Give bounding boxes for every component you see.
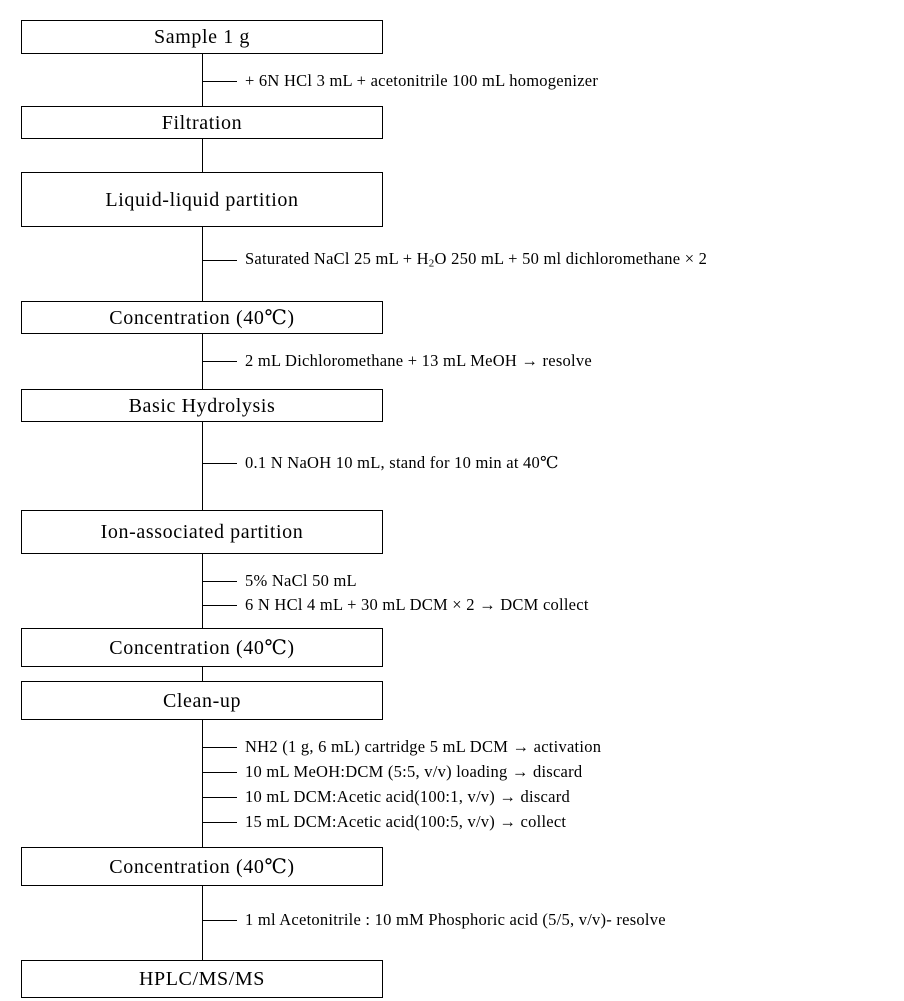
flow-node-label: Filtration [161, 111, 243, 134]
annotation-text: 15 mL DCM:Acetic acid(100:5, v/v) → coll… [245, 811, 567, 831]
connector-filtration-to-ll-partition [202, 139, 203, 172]
annotation-tick-icon [203, 771, 237, 773]
flowchart-diagram: Sample 1 g + 6N HCl 3 mL + acetonitrile … [0, 0, 904, 1001]
annotation-row-4: 0.1 N NaOH 10 mL, stand for 10 min at 40… [203, 452, 559, 474]
annotation-row-3: 2 mL Dichloromethane + 13 mL MeOH → reso… [203, 350, 592, 372]
connector-concentration2-to-cleanup [202, 667, 203, 681]
annotation-row-7: NH2 (1 g, 6 mL) cartridge 5 mL DCM → act… [203, 736, 601, 758]
annotation-text: 0.1 N NaOH 10 mL, stand for 10 min at 40… [245, 452, 559, 472]
annotation-text: 10 mL DCM:Acetic acid(100:1, v/v) → disc… [245, 786, 570, 806]
flow-node-sample: Sample 1 g [21, 20, 383, 54]
flow-node-label: Basic Hydrolysis [128, 394, 276, 417]
annotation-tick-icon [203, 604, 237, 606]
annotation-row-9: 10 mL DCM:Acetic acid(100:1, v/v) → disc… [203, 786, 570, 808]
flow-node-concentration-1: Concentration (40℃) [21, 301, 383, 334]
annotation-text: 5% NaCl 50 mL [245, 570, 357, 590]
annotation-text: + 6N HCl 3 mL + acetonitrile 100 mL homo… [245, 70, 599, 90]
flow-node-label: Concentration (40℃) [109, 855, 295, 878]
annotation-text: 1 ml Acetonitrile : 10 mM Phosphoric aci… [245, 909, 666, 929]
flow-node-label: Clean-up [162, 689, 242, 712]
flow-node-ion-associated-partition: Ion-associated partition [21, 510, 383, 554]
flow-node-label: Sample 1 g [154, 26, 250, 48]
annotation-tick-icon [203, 919, 237, 921]
flow-node-label: Liquid-liquid partition [105, 188, 299, 211]
annotation-tick-icon [203, 821, 237, 823]
annotation-row-11: 1 ml Acetonitrile : 10 mM Phosphoric aci… [203, 909, 666, 931]
annotation-row-2: Saturated NaCl 25 mL + H2O 250 mL + 50 m… [203, 249, 707, 271]
annotation-row-6: 6 N HCl 4 mL + 30 mL DCM × 2 → DCM colle… [203, 594, 589, 616]
flow-node-cleanup: Clean-up [21, 681, 383, 720]
flow-node-filtration: Filtration [21, 106, 383, 139]
flow-node-basic-hydrolysis: Basic Hydrolysis [21, 389, 383, 422]
flow-node-concentration-3: Concentration (40℃) [21, 847, 383, 886]
annotation-text: 2 mL Dichloromethane + 13 mL MeOH → reso… [245, 350, 592, 370]
annotation-row-10: 15 mL DCM:Acetic acid(100:5, v/v) → coll… [203, 811, 566, 833]
annotation-tick-icon [203, 580, 237, 582]
annotation-tick-icon [203, 360, 237, 362]
annotation-tick-icon [203, 462, 237, 464]
annotation-text: Saturated NaCl 25 mL + H2O 250 mL + 50 m… [245, 248, 708, 270]
flow-node-label: Ion-associated partition [100, 521, 304, 543]
annotation-text: 10 mL MeOH:DCM (5:5, v/v) loading → disc… [245, 761, 583, 781]
flow-node-hplc-ms-ms: HPLC/MS/MS [21, 960, 383, 998]
annotation-text: 6 N HCl 4 mL + 30 mL DCM × 2 → DCM colle… [245, 594, 589, 614]
annotation-row-8: 10 mL MeOH:DCM (5:5, v/v) loading → disc… [203, 761, 582, 783]
annotation-row-1: + 6N HCl 3 mL + acetonitrile 100 mL homo… [203, 70, 598, 92]
flow-node-label: Concentration (40℃) [109, 306, 295, 329]
annotation-tick-icon [203, 746, 237, 748]
annotation-tick-icon [203, 796, 237, 798]
annotation-text: NH2 (1 g, 6 mL) cartridge 5 mL DCM → act… [245, 736, 602, 756]
annotation-tick-icon [203, 80, 237, 82]
flow-node-label: HPLC/MS/MS [138, 968, 266, 990]
flow-node-concentration-2: Concentration (40℃) [21, 628, 383, 667]
annotation-tick-icon [203, 259, 237, 261]
annotation-row-5: 5% NaCl 50 mL [203, 570, 357, 592]
flow-node-liquid-liquid-partition: Liquid-liquid partition [21, 172, 383, 227]
flow-node-label: Concentration (40℃) [109, 636, 295, 659]
